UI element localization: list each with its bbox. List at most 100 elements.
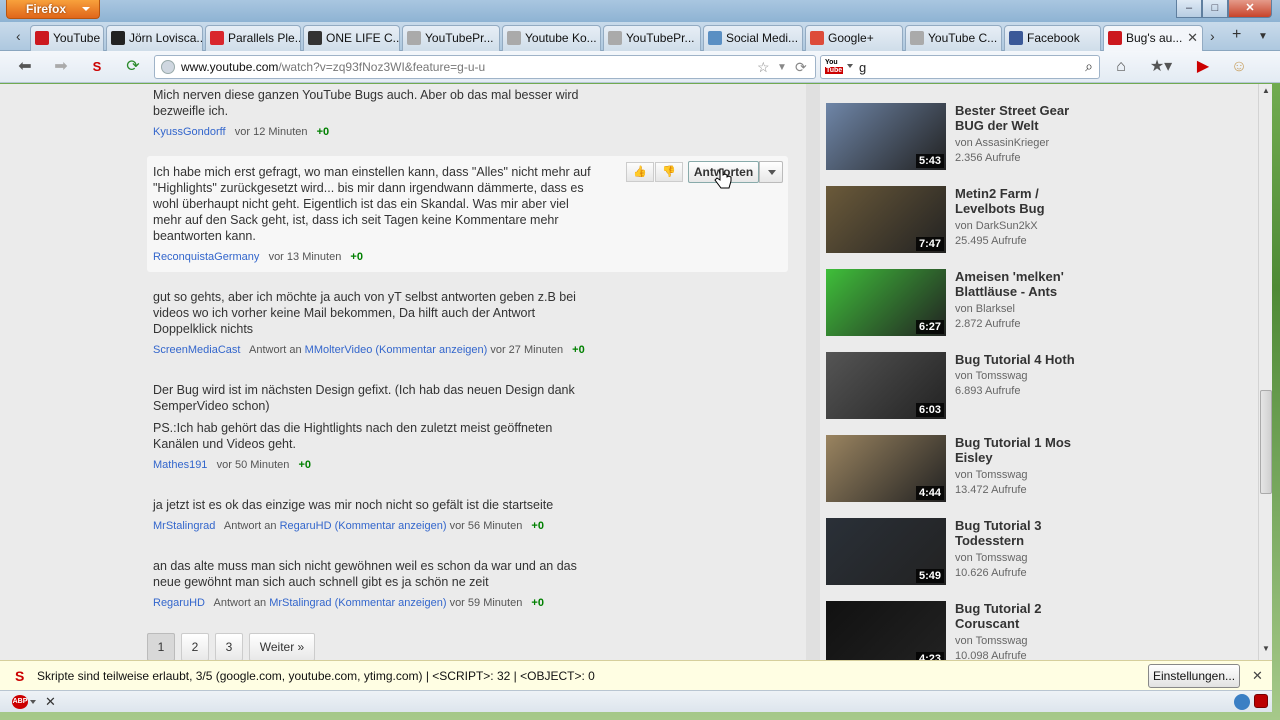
tab-11[interactable]: Facebook xyxy=(1004,25,1101,51)
search-bar[interactable]: You Tube g ⌕ xyxy=(820,55,1100,79)
addon-refresh-icon[interactable]: ⟳ xyxy=(122,57,144,77)
back-arrow-icon[interactable]: ⬅ xyxy=(14,57,36,77)
forward-arrow-icon[interactable]: ➡ xyxy=(50,57,72,77)
related-video-item[interactable]: 5:43 Bester Street Gear BUG der Welt von A… xyxy=(826,103,1086,173)
show-comment-link[interactable]: (Kommentar anzeigen) xyxy=(335,597,447,609)
comment-author-link[interactable]: ScreenMediaCast xyxy=(153,344,240,356)
noscript-icon[interactable]: S xyxy=(86,57,108,77)
comment-meta: Mathes191 vor 50 Minuten +0 xyxy=(153,459,311,471)
related-video-item[interactable]: 4:44 Bug Tutorial 1 Mos Eisley von Tomsswa… xyxy=(826,435,1086,505)
tab-scroll-right-icon[interactable]: › xyxy=(1210,28,1215,44)
page-button-2[interactable]: 2 xyxy=(181,633,209,660)
reply-to-link[interactable]: MrStalingrad xyxy=(269,597,331,609)
video-thumbnail[interactable]: 4:44 xyxy=(826,435,946,502)
video-title[interactable]: Bug Tutorial 4 Hoth xyxy=(955,352,1085,367)
show-comment-link[interactable]: (Kommentar anzeigen) xyxy=(335,520,447,532)
video-thumbnail[interactable]: 4:23 xyxy=(826,601,946,660)
video-thumbnail[interactable]: 6:03 xyxy=(826,352,946,419)
tab-9[interactable]: Google+ xyxy=(805,25,903,51)
url-bar[interactable]: www.youtube.com/watch?v=zq93fNoz3WI&feat… xyxy=(154,55,816,79)
settings-button[interactable]: Einstellungen... xyxy=(1148,664,1240,688)
video-title[interactable]: Bug Tutorial 2 Coruscant xyxy=(955,601,1085,631)
tab-label: YouTubePr... xyxy=(626,31,695,45)
chevron-down-icon[interactable] xyxy=(30,700,36,704)
video-thumbnail[interactable]: 5:43 xyxy=(826,103,946,170)
scroll-down-icon[interactable]: ▼ xyxy=(1259,644,1273,658)
video-title[interactable]: Bug Tutorial 1 Mos Eisley xyxy=(955,435,1085,465)
comment-author-link[interactable]: RegaruHD xyxy=(153,597,205,609)
related-video-item[interactable]: 6:03 Bug Tutorial 4 Hoth von Tomsswag 6.893… xyxy=(826,352,1086,422)
video-title[interactable]: Bester Street Gear BUG der Welt xyxy=(955,103,1085,133)
tab-2[interactable]: Jörn Lovisca... xyxy=(106,25,203,51)
tab-list-icon[interactable]: ▼ xyxy=(1258,31,1268,42)
tab-10[interactable]: YouTube C... xyxy=(905,25,1002,51)
url-dropdown-icon[interactable]: ▼ xyxy=(777,62,787,73)
related-video-item[interactable]: 4:23 Bug Tutorial 2 Coruscant von Tomsswag… xyxy=(826,601,1086,660)
close-icon[interactable]: ✕ xyxy=(45,694,56,710)
next-page-button[interactable]: Weiter » xyxy=(249,633,315,660)
search-input[interactable]: g xyxy=(859,60,866,75)
scrollbar-thumb[interactable] xyxy=(1260,390,1272,494)
search-icon[interactable]: ⌕ xyxy=(1085,58,1093,75)
chevron-down-icon[interactable] xyxy=(847,64,853,68)
bookmark-star-icon[interactable]: ☆ xyxy=(757,59,770,76)
minimize-button[interactable]: – xyxy=(1176,0,1202,18)
comment-author-link[interactable]: ReconquistaGermany xyxy=(153,251,259,263)
tab-5[interactable]: YouTubePr... xyxy=(402,25,500,51)
youtube-addon-icon[interactable]: ▶ xyxy=(1192,57,1214,77)
adblock-plus-icon[interactable]: ABP xyxy=(12,695,28,709)
tab-4[interactable]: ONE LIFE C... xyxy=(303,25,400,51)
facebook-icon xyxy=(1009,31,1023,45)
addon-face-icon[interactable]: ☺ xyxy=(1228,57,1250,77)
tab-1[interactable]: YouTube Cr... xyxy=(30,25,104,51)
addon-status-icon[interactable] xyxy=(1234,694,1250,710)
comment-author-link[interactable]: KyussGondorff xyxy=(153,126,226,138)
close-window-button[interactable]: ✕ xyxy=(1228,0,1272,18)
tab-6[interactable]: Youtube Ko... xyxy=(502,25,601,51)
youtube-search-engine-icon[interactable]: You Tube xyxy=(825,59,847,75)
page-icon xyxy=(407,31,421,45)
comment-author-link[interactable]: MrStalingrad xyxy=(153,520,215,532)
video-thumbnail[interactable]: 6:27 xyxy=(826,269,946,336)
video-title[interactable]: Metin2 Farm / Levelbots Bug xyxy=(955,186,1085,216)
comment-time: vor 27 Minuten xyxy=(490,344,564,356)
site-identity-icon[interactable] xyxy=(161,60,175,74)
reload-icon[interactable]: ⟳ xyxy=(795,59,807,76)
page-scrollbar[interactable]: ▲ ▼ xyxy=(1258,84,1272,660)
chevron-down-icon xyxy=(82,7,90,11)
comment-body: ja jetzt ist es ok das einzige was mir n… xyxy=(153,498,554,512)
video-title[interactable]: Bug Tutorial 3 Todesstern xyxy=(955,518,1085,548)
video-thumbnail[interactable]: 5:49 xyxy=(826,518,946,585)
tab-3[interactable]: Parallels Ple... xyxy=(205,25,301,51)
maximize-button[interactable]: □ xyxy=(1202,0,1228,18)
tab-label: Google+ xyxy=(828,31,874,45)
video-views: 2.872 Aufrufe xyxy=(955,318,1021,330)
page-button-3[interactable]: 3 xyxy=(215,633,243,660)
related-video-item[interactable]: 7:47 Metin2 Farm / Levelbots Bug von DarkS… xyxy=(826,186,1086,256)
firefox-menu-button[interactable]: Firefox xyxy=(6,0,100,19)
comment-score: +0 xyxy=(531,597,544,609)
addon-record-icon[interactable] xyxy=(1254,694,1268,708)
scroll-up-icon[interactable]: ▲ xyxy=(1259,86,1273,100)
home-icon[interactable]: ⌂ xyxy=(1110,57,1132,77)
tab-8[interactable]: Social Medi... xyxy=(703,25,803,51)
close-tab-icon[interactable]: ✕ xyxy=(1187,30,1198,46)
show-comment-link[interactable]: (Kommentar anzeigen) xyxy=(375,344,487,356)
thumbs-up-icon[interactable]: 👍 xyxy=(626,162,654,182)
close-icon[interactable]: ✕ xyxy=(1252,668,1263,684)
related-video-item[interactable]: 5:49 Bug Tutorial 3 Todesstern von Tomsswa… xyxy=(826,518,1086,588)
tab-12[interactable]: Bug's au... ✕ xyxy=(1103,25,1203,52)
reply-to-link[interactable]: MMolterVideo xyxy=(305,344,373,356)
page-button-1[interactable]: 1 xyxy=(147,633,175,660)
related-video-item[interactable]: 6:27 Ameisen 'melken' Blattläuse - Ants vo… xyxy=(826,269,1086,339)
tab-7[interactable]: YouTubePr... xyxy=(603,25,701,51)
video-title[interactable]: Ameisen 'melken' Blattläuse - Ants xyxy=(955,269,1085,299)
thumbs-down-icon[interactable]: 👎 xyxy=(655,162,683,182)
new-tab-icon[interactable]: + xyxy=(1232,26,1241,44)
comment-author-link[interactable]: Mathes191 xyxy=(153,459,207,471)
bookmarks-menu-icon[interactable]: ★▾ xyxy=(1146,57,1176,77)
reply-to-link[interactable]: RegaruHD xyxy=(280,520,332,532)
video-thumbnail[interactable]: 7:47 xyxy=(826,186,946,253)
tab-scroll-left-icon[interactable]: ‹ xyxy=(16,28,21,44)
reply-dropdown-button[interactable] xyxy=(759,161,783,183)
